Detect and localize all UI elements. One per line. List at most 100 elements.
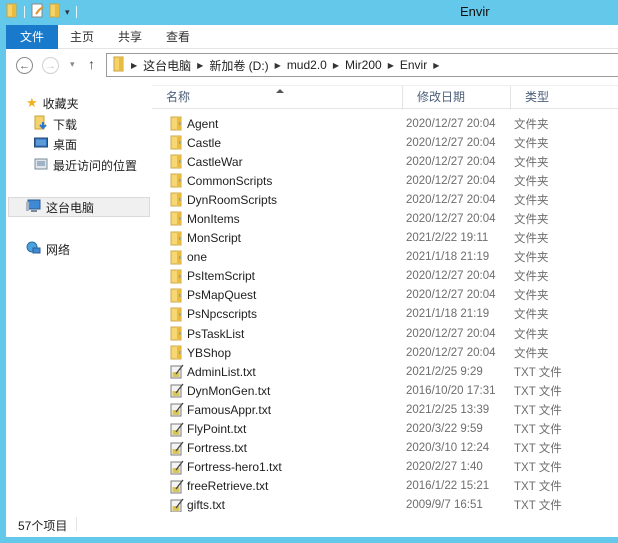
file-row[interactable]: Fortress.txt 2020/3/10 12:24 TXT 文件 [152,439,618,458]
item-count: 57个项目 [18,519,68,533]
file-name[interactable]: PsItemScript [187,269,255,283]
new-folder-icon[interactable] [49,3,61,21]
forward-button[interactable]: → [42,57,59,74]
file-name[interactable]: FlyPoint.txt [187,422,246,436]
breadcrumb-separator-icon[interactable]: ▶ [197,61,203,70]
file-date-modified: 2020/12/27 20:04 [406,174,496,187]
file-name[interactable]: CommonScripts [187,174,272,188]
sidebar-item-favorites[interactable]: ★ 收藏夹 [26,94,79,112]
file-name[interactable]: one [187,250,207,264]
file-date-modified: 2020/12/27 20:04 [406,346,496,359]
file-date-modified: 2021/2/25 9:29 [406,365,483,378]
text-file-icon [170,422,184,437]
breadcrumb-this-pc[interactable]: 这台电脑 [143,57,191,74]
file-row[interactable]: freeRetrieve.txt 2016/1/22 15:21 TXT 文件 [152,477,618,496]
toolbar-separator [75,6,77,18]
file-name[interactable]: DynMonGen.txt [187,384,270,398]
properties-icon[interactable] [31,3,45,21]
breadcrumb-separator-icon[interactable]: ▶ [131,61,137,70]
recent-locations-button[interactable]: ▾ [70,59,75,70]
file-name[interactable]: Agent [187,117,218,131]
file-name[interactable]: PsMapQuest [187,288,256,302]
file-name[interactable]: DynRoomScripts [187,193,277,207]
file-name[interactable]: gifts.txt [187,498,225,512]
file-row[interactable]: Castle 2020/12/27 20:04 文件夹 [152,133,618,152]
file-name[interactable]: FamousAppr.txt [187,403,271,417]
star-icon: ★ [26,95,38,110]
sidebar-item-this-pc[interactable]: 这台电脑 [26,198,94,216]
file-type: TXT 文件 [514,404,562,417]
file-row[interactable]: MonScript 2021/2/22 19:11 文件夹 [152,229,618,248]
customize-dropdown-icon[interactable]: ▾ [65,7,70,18]
breadcrumb-drive-d[interactable]: 新加卷 (D:) [209,57,268,74]
file-row[interactable]: YBShop 2020/12/27 20:04 文件夹 [152,343,618,362]
computer-icon [26,199,41,216]
column-header-type[interactable]: 类型 [510,86,618,110]
folder-icon[interactable] [6,3,18,21]
file-row[interactable]: CastleWar 2020/12/27 20:04 文件夹 [152,152,618,171]
tab-file[interactable]: 文件 [6,25,58,49]
file-row[interactable]: FamousAppr.txt 2021/2/25 13:39 TXT 文件 [152,400,618,419]
file-name[interactable]: Fortress-hero1.txt [187,460,282,474]
up-button[interactable]: ↑ [88,56,95,72]
file-name[interactable]: AdminList.txt [187,365,256,379]
file-row[interactable]: Fortress-hero1.txt 2020/2/27 1:40 TXT 文件 [152,458,618,477]
file-row[interactable]: PsMapQuest 2020/12/27 20:04 文件夹 [152,286,618,305]
network-icon [26,241,41,258]
file-row[interactable]: PsItemScript 2020/12/27 20:04 文件夹 [152,267,618,286]
tab-home[interactable]: 主页 [60,25,104,49]
file-row[interactable]: FlyPoint.txt 2020/3/22 9:59 TXT 文件 [152,420,618,439]
file-date-modified: 2016/1/22 15:21 [406,480,490,493]
file-row[interactable]: Agent 2020/12/27 20:04 文件夹 [152,114,618,133]
file-row[interactable]: CommonScripts 2020/12/27 20:04 文件夹 [152,171,618,190]
file-name[interactable]: Fortress.txt [187,441,247,455]
tab-view[interactable]: 查看 [156,25,200,49]
file-row[interactable]: PsNpcscripts 2021/1/18 21:19 文件夹 [152,305,618,324]
file-name[interactable]: MonItems [187,212,240,226]
sidebar-item-downloads[interactable]: 下载 [34,115,77,133]
folder-icon [170,192,184,207]
sidebar-item-network[interactable]: 网络 [26,240,70,258]
file-name[interactable]: YBShop [187,346,231,360]
file-name[interactable]: PsTaskList [187,327,244,341]
file-row[interactable]: PsTaskList 2020/12/27 20:04 文件夹 [152,324,618,343]
file-date-modified: 2020/3/10 12:24 [406,442,490,455]
file-name[interactable]: freeRetrieve.txt [187,479,268,493]
back-button[interactable]: ← [16,57,33,74]
file-type: 文件夹 [514,252,549,265]
downloads-icon [34,115,48,133]
file-row[interactable]: one 2021/1/18 21:19 文件夹 [152,248,618,267]
file-name[interactable]: MonScript [187,231,241,245]
breadcrumb-separator-icon[interactable]: ▶ [333,61,339,70]
sidebar-item-recent-places[interactable]: 最近访问的位置 [34,156,137,174]
folder-icon [170,135,184,150]
file-type: 文件夹 [514,328,549,341]
folder-icon [170,250,184,265]
file-type: 文件夹 [514,347,549,360]
breadcrumb-mir200[interactable]: Mir200 [345,58,382,72]
file-row[interactable]: AdminList.txt 2021/2/25 9:29 TXT 文件 [152,362,618,381]
sidebar-item-desktop[interactable]: 桌面 [34,135,77,153]
file-type: TXT 文件 [514,462,562,475]
breadcrumb-separator-icon[interactable]: ▶ [388,61,394,70]
column-header-name[interactable]: 名称 [152,86,402,110]
breadcrumb-envir[interactable]: Envir [400,58,427,72]
file-row[interactable]: MonItems 2020/12/27 20:04 文件夹 [152,209,618,228]
title-bar: ▾ Envir [0,0,618,25]
file-name[interactable]: Castle [187,136,221,150]
file-name[interactable]: PsNpcscripts [187,307,257,321]
breadcrumb-separator-icon[interactable]: ▶ [433,61,439,70]
file-row[interactable]: DynRoomScripts 2020/12/27 20:04 文件夹 [152,190,618,209]
file-type: 文件夹 [514,271,549,284]
breadcrumb-mud2[interactable]: mud2.0 [287,58,327,72]
breadcrumb-separator-icon[interactable]: ▶ [275,61,281,70]
tab-share[interactable]: 共享 [108,25,152,49]
file-date-modified: 2020/2/27 1:40 [406,461,483,474]
file-row[interactable]: DynMonGen.txt 2016/10/20 17:31 TXT 文件 [152,381,618,400]
file-date-modified: 2021/2/22 19:11 [406,232,489,245]
recent-places-icon [34,157,48,174]
address-bar[interactable]: ▶ 这台电脑 ▶ 新加卷 (D:) ▶ mud2.0 ▶ Mir200 ▶ En… [106,53,618,77]
column-header-date-modified[interactable]: 修改日期 [402,86,510,110]
sidebar-item-label: 桌面 [53,137,78,152]
file-name[interactable]: CastleWar [187,155,243,169]
